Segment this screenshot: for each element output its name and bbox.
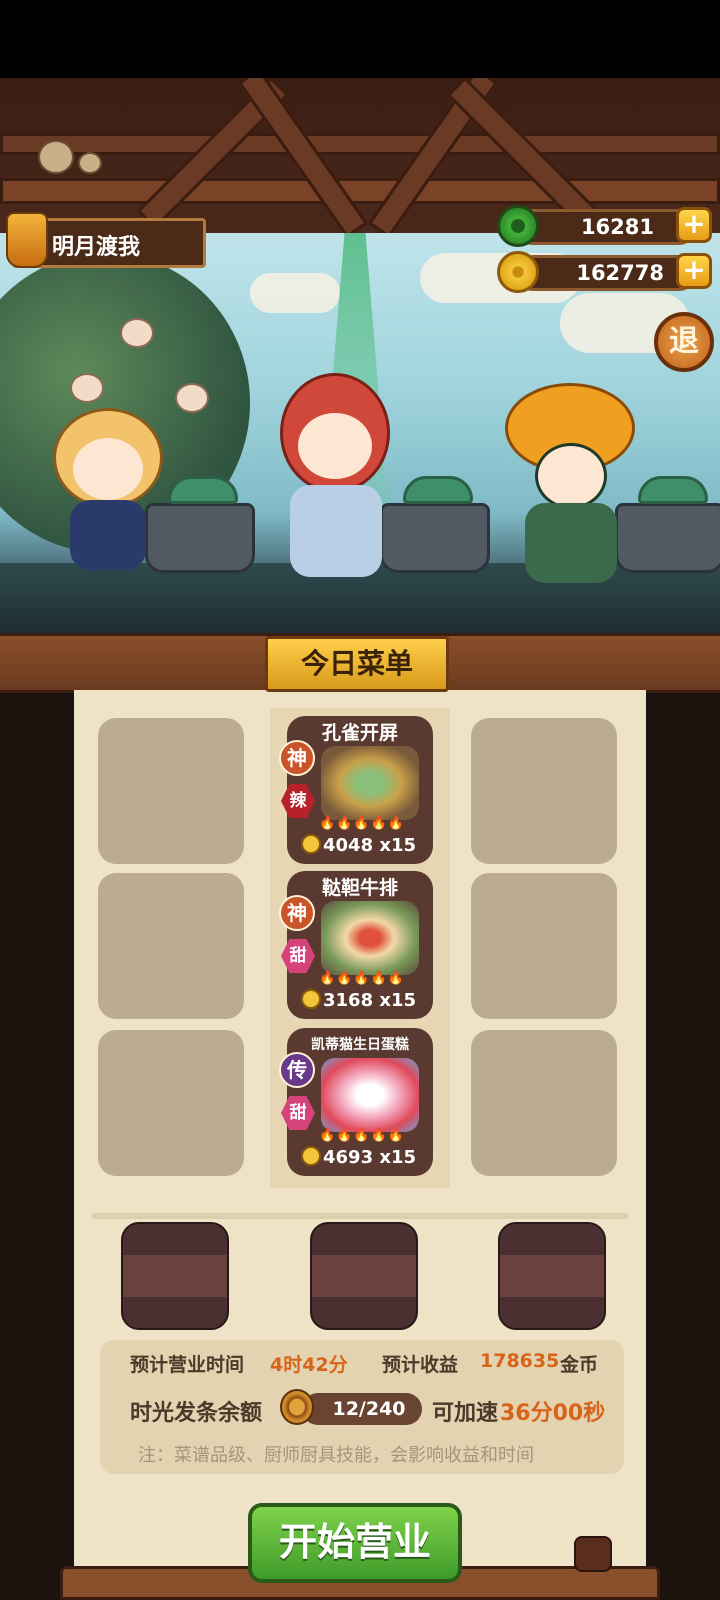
- dish-name: 孔雀开屏: [321, 722, 398, 744]
- player-name: 明月渡我: [52, 235, 141, 260]
- dish-price-row: 4693 x15: [301, 1146, 416, 1168]
- utensil-holder: [574, 1536, 612, 1572]
- empty-dish-slot[interactable]: [98, 1030, 244, 1176]
- estimated-income-value: 178635: [480, 1350, 560, 1372]
- status-bar: [0, 0, 720, 78]
- estimated-income-label: 预计收益: [382, 1354, 459, 1376]
- peach: [70, 373, 104, 403]
- peach: [175, 383, 209, 413]
- bird-decoration: [78, 152, 102, 174]
- chef-character-crab[interactable]: [495, 383, 645, 583]
- estimated-time-label: 预计营业时间: [130, 1354, 245, 1376]
- dish-card[interactable]: 鞑靼牛排 🔥🔥🔥🔥🔥 3168 x15 神 甜: [279, 871, 433, 1019]
- exit-button[interactable]: 退: [654, 312, 714, 372]
- chef-slot[interactable]: [498, 1222, 606, 1330]
- clockwork-key-icon: [280, 1389, 314, 1425]
- bird-decoration: [38, 140, 74, 174]
- chef-character-blonde[interactable]: [48, 408, 168, 578]
- cauldron-lid: [168, 476, 238, 504]
- beam: [0, 178, 720, 204]
- empty-dish-slot[interactable]: [98, 873, 244, 1019]
- restaurant-scene: [0, 233, 720, 633]
- dish-image: [321, 746, 419, 820]
- dish-price: 4693: [323, 1147, 374, 1168]
- dish-image: [321, 901, 419, 975]
- dish-name: 鞑靼牛排: [321, 877, 398, 899]
- dish-name: 凯蒂猫生日蛋糕: [311, 1037, 409, 1053]
- peach: [120, 318, 154, 348]
- info-note: 注：菜谱品级、厨师厨具技能，会影响收益和时间: [138, 1445, 534, 1466]
- taste-badge: 甜: [281, 1096, 315, 1130]
- dish-price-row: 4048 x15: [301, 834, 416, 856]
- dish-quantity: x15: [379, 1147, 417, 1168]
- estimated-time-value: 4时42分: [270, 1354, 348, 1376]
- taste-badge: 甜: [281, 939, 315, 973]
- add-coin-button[interactable]: +: [676, 253, 712, 289]
- chef-character-redhair[interactable]: [260, 373, 410, 583]
- dish-quantity: x15: [379, 835, 417, 856]
- grade-badge: 传: [279, 1052, 315, 1088]
- dish-price-row: 3168 x15: [301, 989, 416, 1011]
- cauldron-lid: [638, 476, 708, 504]
- income-unit: 金币: [560, 1354, 599, 1376]
- cloud: [250, 273, 340, 313]
- character-face: [298, 413, 372, 479]
- grade-badge: 神: [279, 895, 315, 931]
- divider: [92, 1213, 628, 1219]
- add-jade-button[interactable]: +: [676, 207, 712, 243]
- dish-card[interactable]: 孔雀开屏 🔥🔥🔥🔥🔥 4048 x15 神 辣: [279, 716, 433, 864]
- character-dress: [70, 500, 146, 570]
- jade-value: 16281: [580, 215, 654, 239]
- taste-badge: 辣: [281, 784, 315, 818]
- chef-slot[interactable]: [310, 1222, 418, 1330]
- empty-dish-slot[interactable]: [471, 1030, 617, 1176]
- coin-value: 162778: [576, 261, 664, 285]
- empty-dish-slot[interactable]: [471, 718, 617, 864]
- character-face: [73, 438, 143, 500]
- clockwork-balance-label: 时光发条余额: [130, 1401, 263, 1426]
- dish-price: 4048: [323, 835, 374, 856]
- start-business-button[interactable]: 开始营业: [248, 1503, 462, 1583]
- chef-slot[interactable]: [121, 1222, 229, 1330]
- coin-icon: [497, 251, 539, 293]
- menu-title: 今日菜单: [265, 636, 449, 692]
- empty-dish-slot[interactable]: [471, 873, 617, 1019]
- empty-dish-slot[interactable]: [98, 718, 244, 864]
- beam: [237, 78, 369, 238]
- coin-icon: [301, 834, 321, 854]
- clockwork-balance-value: 12/240: [302, 1393, 422, 1425]
- player-avatar-icon[interactable]: [6, 212, 48, 268]
- dish-card[interactable]: 凯蒂猫生日蛋糕 🔥🔥🔥🔥🔥 4693 x15 传 甜: [279, 1028, 433, 1176]
- beam: [0, 133, 720, 155]
- dish-image: [321, 1058, 419, 1132]
- flame-rating: 🔥🔥🔥🔥🔥: [319, 1128, 405, 1143]
- character-dress: [290, 485, 382, 577]
- flame-rating: 🔥🔥🔥🔥🔥: [319, 816, 405, 831]
- coin-icon: [301, 1146, 321, 1166]
- speedup-value: 36分00秒: [500, 1401, 606, 1426]
- dish-price: 3168: [323, 990, 374, 1011]
- grade-badge: 神: [279, 740, 315, 776]
- cauldron-lid: [403, 476, 473, 504]
- speedup-label: 可加速: [432, 1401, 499, 1426]
- character-robe: [525, 503, 617, 583]
- dish-quantity: x15: [379, 990, 417, 1011]
- coin-icon: [301, 989, 321, 1009]
- flame-rating: 🔥🔥🔥🔥🔥: [319, 971, 405, 986]
- character-face: [535, 443, 607, 509]
